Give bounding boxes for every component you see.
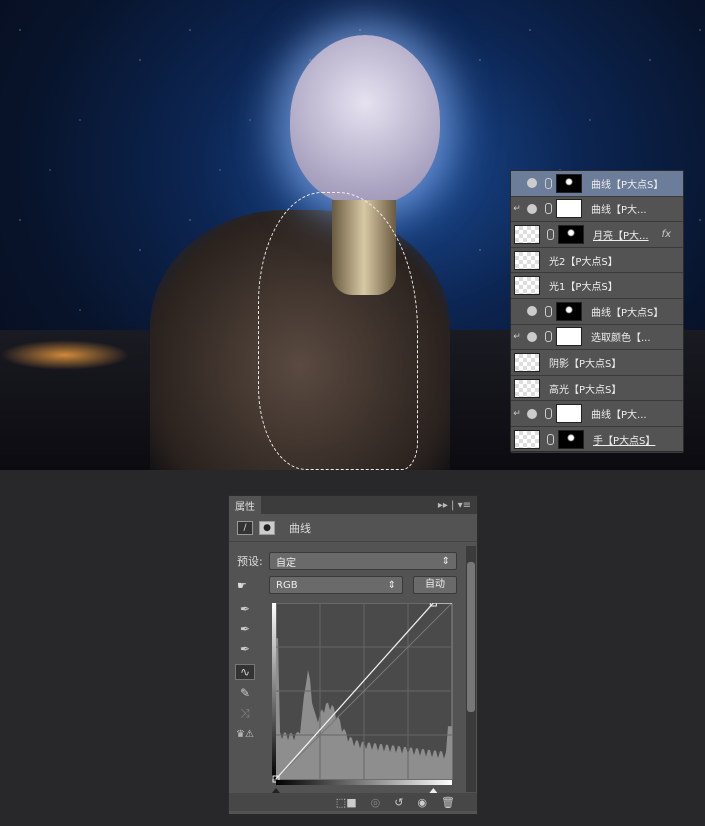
layer-name: 曲线【P大点S】 bbox=[591, 307, 664, 319]
layer-name: 光1【P大点S】 bbox=[549, 282, 618, 294]
layer-name: 选取颜色【... bbox=[591, 333, 651, 345]
layers-panel: 曲线【P大点S】 ↵ 曲线【P大... 月亮【P大... fx 光2【P大点S】 光1【P大… bbox=[510, 170, 684, 453]
layer-thumbnail bbox=[514, 250, 540, 270]
pencil-icon[interactable]: ✎ bbox=[235, 686, 255, 702]
layer-thumbnail bbox=[514, 429, 540, 449]
mask-thumbnail[interactable] bbox=[556, 301, 582, 321]
clip-arrow-icon: ↵ bbox=[513, 331, 521, 342]
clipping-warning-icon[interactable]: ♛⚠ bbox=[235, 729, 255, 745]
mask-thumbnail[interactable] bbox=[556, 404, 582, 424]
target-adjust-hand-icon[interactable]: ☛ bbox=[237, 579, 269, 592]
layer-row[interactable]: ↵ 选取颜色【... bbox=[511, 325, 683, 351]
channel-value: RGB bbox=[276, 579, 298, 591]
smooth-icon[interactable]: ⤨ bbox=[235, 706, 255, 722]
link-icon[interactable] bbox=[545, 331, 552, 343]
layer-row[interactable]: 曲线【P大点S】 bbox=[511, 171, 683, 197]
link-icon[interactable] bbox=[545, 203, 552, 215]
moon-bulb bbox=[290, 35, 440, 205]
white-point-eyedropper-icon[interactable]: ✒ bbox=[235, 642, 255, 658]
link-icon[interactable] bbox=[545, 305, 552, 317]
visibility-eye-icon[interactable]: ◉ bbox=[417, 796, 427, 809]
layer-name: 曲线【P大点S】 bbox=[591, 179, 664, 191]
adjustment-title: 曲线 bbox=[289, 521, 311, 535]
clip-arrow-icon: ↵ bbox=[513, 408, 521, 419]
layer-row[interactable]: 曲线【P大点S】 bbox=[511, 299, 683, 325]
layer-row[interactable]: ↵ 曲线【P大... bbox=[511, 197, 683, 223]
adjustment-icon bbox=[527, 331, 537, 342]
mask-icon[interactable]: ● bbox=[259, 520, 275, 535]
mask-thumbnail[interactable] bbox=[558, 429, 584, 449]
mask-thumbnail[interactable] bbox=[556, 199, 582, 219]
black-point-eyedropper-icon[interactable]: ✒ bbox=[235, 602, 255, 618]
layer-row[interactable]: 高光【P大点S】 bbox=[511, 376, 683, 402]
adjustment-icon bbox=[527, 178, 537, 189]
curves-adjustment-icon[interactable]: ∕ bbox=[237, 520, 253, 535]
city-glow bbox=[0, 340, 130, 370]
link-icon[interactable] bbox=[547, 228, 554, 240]
auto-button[interactable]: 自动 bbox=[413, 576, 457, 594]
mask-thumbnail[interactable] bbox=[558, 224, 584, 244]
gray-point-eyedropper-icon[interactable]: ✒ bbox=[235, 622, 255, 638]
scrollbar[interactable] bbox=[466, 546, 476, 792]
layer-thumbnail bbox=[514, 352, 540, 372]
layer-thumbnail bbox=[514, 276, 540, 296]
layer-name: 曲线【P大... bbox=[591, 410, 647, 422]
output-gradient bbox=[272, 603, 276, 779]
adjustment-icon bbox=[527, 408, 537, 419]
layer-name: 光2【P大点S】 bbox=[549, 256, 618, 268]
adjustment-icon bbox=[527, 306, 537, 317]
layer-row[interactable]: 手【P大点S】 bbox=[511, 427, 683, 453]
fx-icon[interactable]: fx bbox=[662, 229, 671, 240]
layer-thumbnail bbox=[514, 378, 540, 398]
panel-menu-icon[interactable]: ▸▸ | ▾≡ bbox=[438, 500, 477, 511]
layer-row[interactable]: ↵ 曲线【P大... bbox=[511, 401, 683, 427]
mask-thumbnail[interactable] bbox=[556, 327, 582, 347]
channel-select[interactable]: RGB ⇕ bbox=[269, 576, 403, 594]
layer-row[interactable]: 光2【P大点S】 bbox=[511, 248, 683, 274]
layer-name: 阴影【P大点S】 bbox=[549, 358, 622, 370]
layer-name: 高光【P大点S】 bbox=[549, 384, 622, 396]
input-gradient bbox=[276, 780, 452, 785]
preset-select[interactable]: 自定 ⇕ bbox=[269, 552, 457, 570]
layer-row[interactable]: 月亮【P大... fx bbox=[511, 222, 683, 248]
link-icon[interactable] bbox=[547, 433, 554, 445]
curve-graph[interactable] bbox=[272, 603, 462, 798]
clip-arrow-icon: ↵ bbox=[513, 203, 521, 214]
view-previous-icon[interactable]: ◎ bbox=[371, 796, 381, 809]
layer-thumbnail bbox=[514, 224, 540, 244]
preset-label: 预设: bbox=[237, 555, 263, 568]
adjustment-icon bbox=[527, 203, 537, 214]
layer-row[interactable]: 光1【P大点S】 bbox=[511, 273, 683, 299]
curve-edit-icon[interactable]: ∿ bbox=[235, 664, 255, 680]
mask-thumbnail[interactable] bbox=[556, 173, 582, 193]
link-icon[interactable] bbox=[545, 177, 552, 189]
properties-panel: 属性 ▸▸ | ▾≡ ∕ ● 曲线 预设: 自定 ⇕ ☛ RGB ⇕ 自动 ✒ ✒ … bbox=[228, 495, 478, 815]
clip-to-layer-icon[interactable]: ⬚■ bbox=[336, 796, 357, 809]
layer-name: 曲线【P大... bbox=[591, 205, 647, 217]
preset-value: 自定 bbox=[276, 557, 296, 569]
layer-name: 月亮【P大... bbox=[593, 230, 649, 242]
layer-row[interactable]: 阴影【P大点S】 bbox=[511, 350, 683, 376]
delete-icon[interactable]: 🗑 bbox=[441, 796, 455, 809]
tab-properties[interactable]: 属性 bbox=[229, 496, 261, 514]
selection-marquee bbox=[258, 192, 418, 470]
link-icon[interactable] bbox=[545, 408, 552, 420]
layer-name: 手【P大点S】 bbox=[593, 435, 656, 447]
reset-icon[interactable]: ↺ bbox=[394, 796, 403, 809]
